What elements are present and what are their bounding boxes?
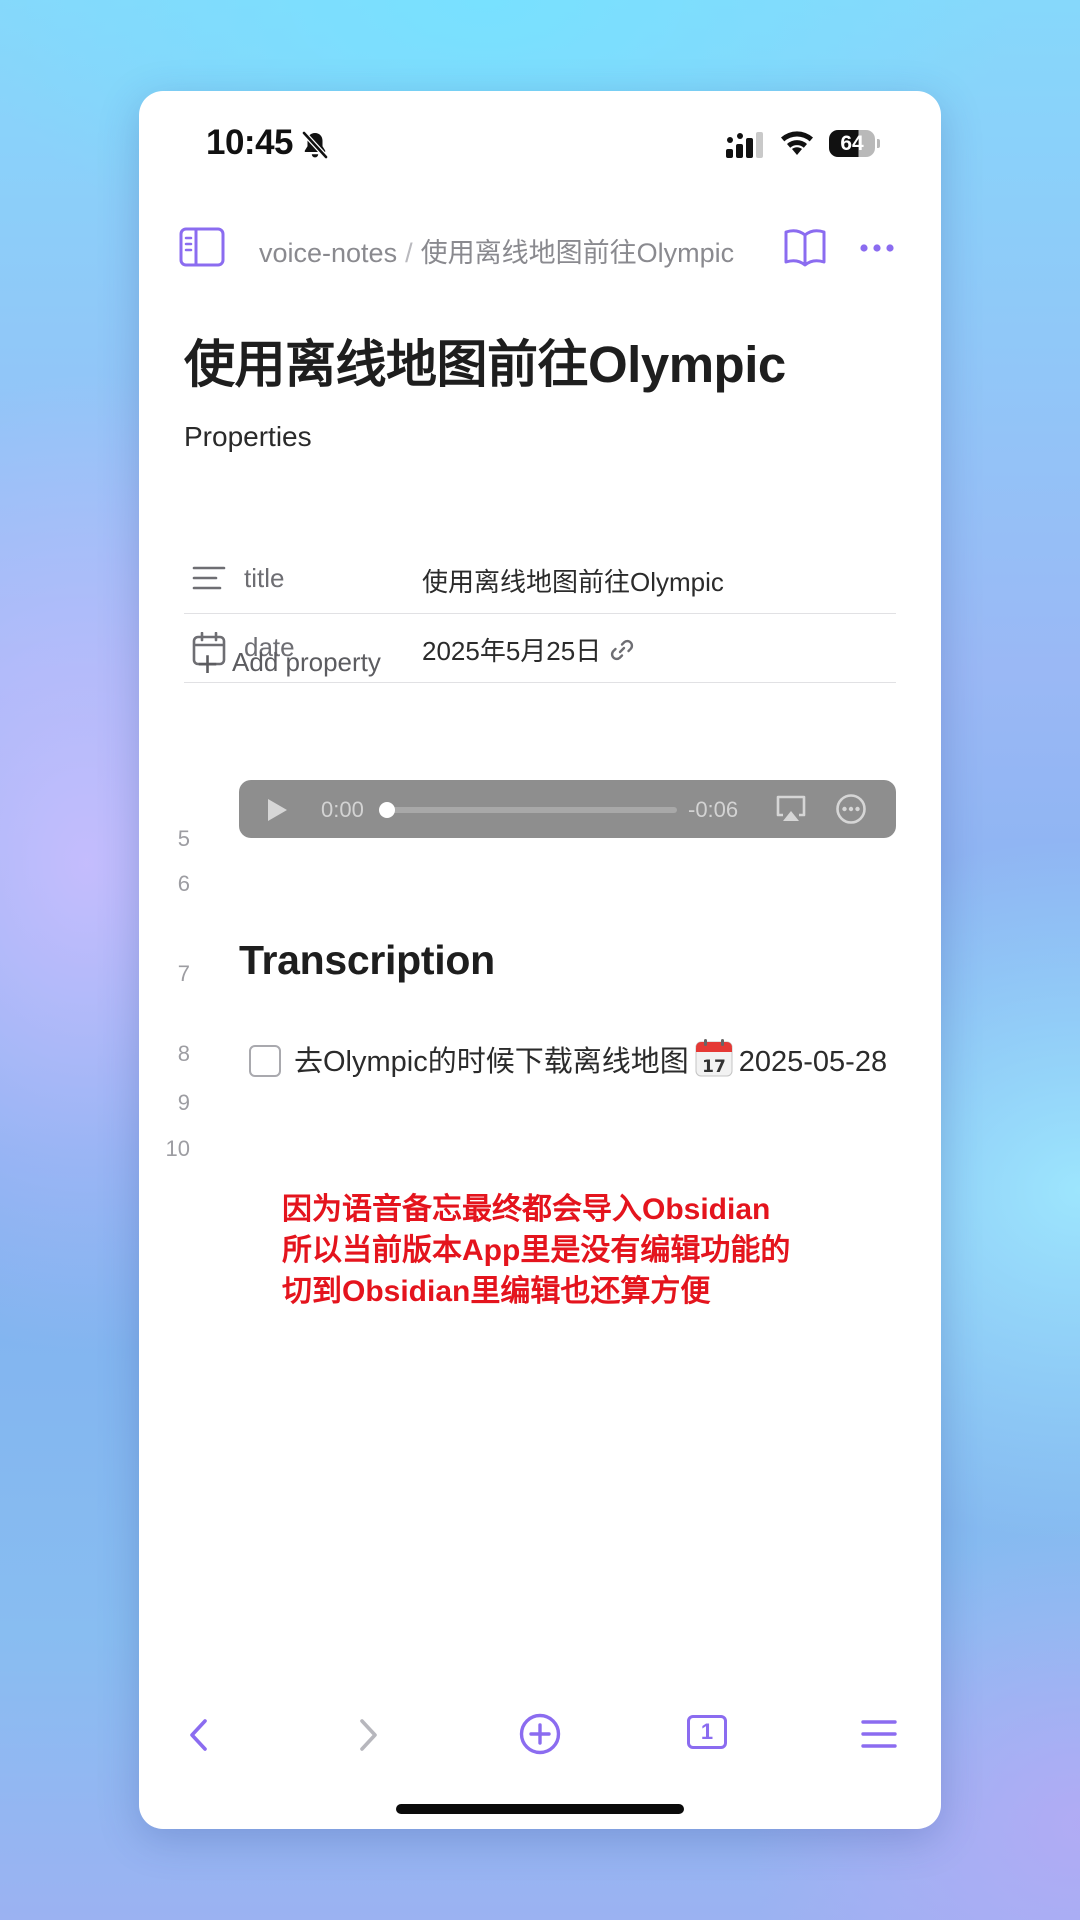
property-value[interactable]: 使用离线地图前往Olympic bbox=[422, 562, 724, 599]
line-number: 7 bbox=[177, 961, 190, 986]
task-date[interactable]: 2025-05-28 bbox=[739, 1046, 887, 1078]
annotation-line: 因为语音备忘最终都会导入Obsidian bbox=[282, 1193, 771, 1226]
annotation-overlay: 因为语音备忘最终都会导入Obsidian 所以当前版本App里是没有编辑功能的 … bbox=[282, 1189, 790, 1312]
play-icon[interactable] bbox=[265, 797, 289, 823]
line-number: 9 bbox=[177, 1090, 190, 1115]
audio-scrubber[interactable] bbox=[379, 802, 395, 818]
task-item[interactable]: 去Olympic的时候下载离线地图 17 2025-05-28 bbox=[294, 1039, 894, 1084]
wifi-icon bbox=[781, 131, 813, 155]
property-key: title bbox=[244, 563, 285, 593]
annotation-line: 所以当前版本App里是没有编辑功能的 bbox=[282, 1234, 791, 1267]
add-property-button[interactable]: + Add property bbox=[197, 643, 381, 685]
line-number: 8 bbox=[177, 1041, 190, 1066]
audio-current-time: 0:00 bbox=[321, 797, 364, 822]
audio-player[interactable]: 0:00 -0:06 bbox=[239, 780, 896, 838]
property-value[interactable]: 2025年5月25日 bbox=[422, 631, 635, 668]
tabs-icon[interactable]: 1 bbox=[687, 1715, 727, 1749]
options-icon[interactable] bbox=[835, 793, 867, 825]
plus-icon: + bbox=[197, 643, 219, 684]
book-open-icon[interactable] bbox=[783, 227, 827, 267]
airplay-icon[interactable] bbox=[775, 794, 807, 824]
breadcrumb-note[interactable]: 使用离线地图前往Olympic bbox=[421, 238, 735, 268]
battery-indicator: 64 bbox=[829, 130, 875, 157]
properties-heading[interactable]: Properties bbox=[184, 421, 312, 453]
text-lines-icon bbox=[192, 566, 226, 590]
signal-icon bbox=[726, 132, 763, 158]
transcription-heading[interactable]: Transcription bbox=[239, 937, 495, 984]
property-row-title[interactable]: title 使用离线地图前往Olympic bbox=[184, 545, 896, 614]
line-number: 5 bbox=[177, 826, 190, 851]
breadcrumb-separator: / bbox=[405, 238, 413, 268]
line-number: 6 bbox=[177, 871, 190, 896]
breadcrumb[interactable]: voice-notes / 使用离线地图前往Olympic bbox=[259, 231, 734, 270]
home-indicator[interactable] bbox=[396, 1804, 684, 1814]
annotation-line: 切到Obsidian里编辑也还算方便 bbox=[282, 1275, 711, 1308]
battery-cap bbox=[877, 139, 880, 148]
audio-progress-track[interactable] bbox=[387, 807, 677, 813]
link-icon[interactable] bbox=[609, 637, 635, 663]
breadcrumb-folder[interactable]: voice-notes bbox=[259, 238, 397, 268]
page-title[interactable]: 使用离线地图前往Olympic bbox=[184, 323, 786, 397]
svg-text:17: 17 bbox=[702, 1057, 726, 1077]
forward-icon[interactable] bbox=[356, 1717, 380, 1753]
calendar-emoji-icon: 17 bbox=[695, 1039, 733, 1077]
task-text[interactable]: 去Olympic的时候下载离线地图 bbox=[294, 1046, 689, 1078]
more-icon[interactable] bbox=[859, 243, 895, 253]
add-property-label: Add property bbox=[232, 647, 381, 677]
line-number: 10 bbox=[165, 1136, 190, 1161]
task-checkbox[interactable] bbox=[249, 1045, 281, 1077]
menu-icon[interactable] bbox=[861, 1719, 897, 1749]
bell-slash-icon bbox=[302, 131, 328, 159]
status-time: 10:45 bbox=[206, 123, 294, 162]
phone-screen: 10:45 64 voice-notes / 使用离线地图前往Olympic 使… bbox=[139, 91, 941, 1829]
audio-remaining-time: -0:06 bbox=[688, 797, 739, 822]
back-icon[interactable] bbox=[187, 1717, 211, 1753]
sidebar-toggle-icon[interactable] bbox=[179, 227, 225, 267]
date-value[interactable]: 2025年5月25日 bbox=[422, 636, 601, 666]
new-note-icon[interactable] bbox=[519, 1713, 561, 1755]
